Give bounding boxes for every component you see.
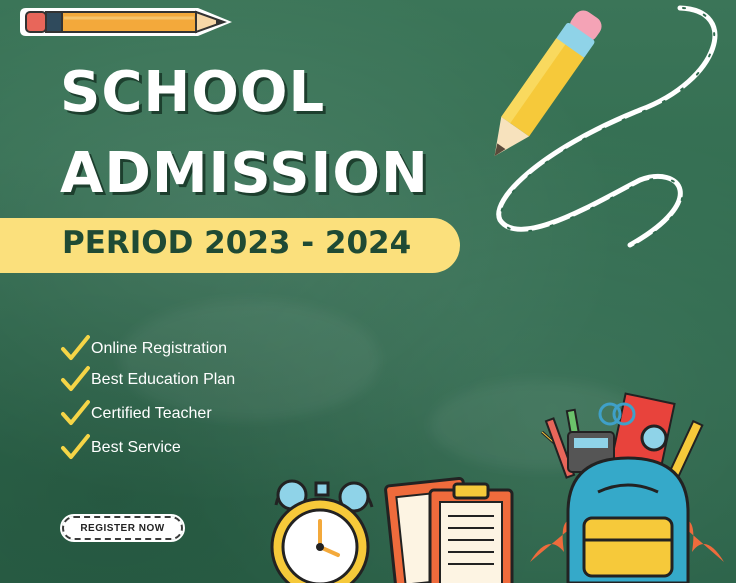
feature-label: Best Service [91,439,181,456]
admission-poster: SCHOOL ADMISSION PERIOD 2023 - 2024 Onli… [0,0,736,583]
feature-item: Certified Teacher [60,399,212,429]
check-icon [61,400,90,425]
pencil-icon [20,8,232,36]
title-line-2: ADMISSION [60,141,429,206]
feature-label: Online Registration [91,340,228,357]
check-icon [61,434,90,459]
feature-item: Online Registration [60,334,227,364]
register-now-button[interactable]: REGISTER NOW [60,514,185,542]
period-label: PERIOD 2023 - 2024 [62,225,412,261]
check-icon [61,335,90,360]
chalk-squiggle [496,5,718,248]
alarm-clock-icon [270,479,374,583]
title-line-1: SCHOOL [60,60,326,125]
feature-item: Best Service [60,433,181,463]
feature-label: Certified Teacher [91,405,212,422]
clipboard-icon [384,476,514,583]
check-icon [61,366,90,391]
feature-item: Best Education Plan [60,365,235,395]
feature-label: Best Education Plan [91,371,236,388]
backpack-icon [530,392,724,583]
